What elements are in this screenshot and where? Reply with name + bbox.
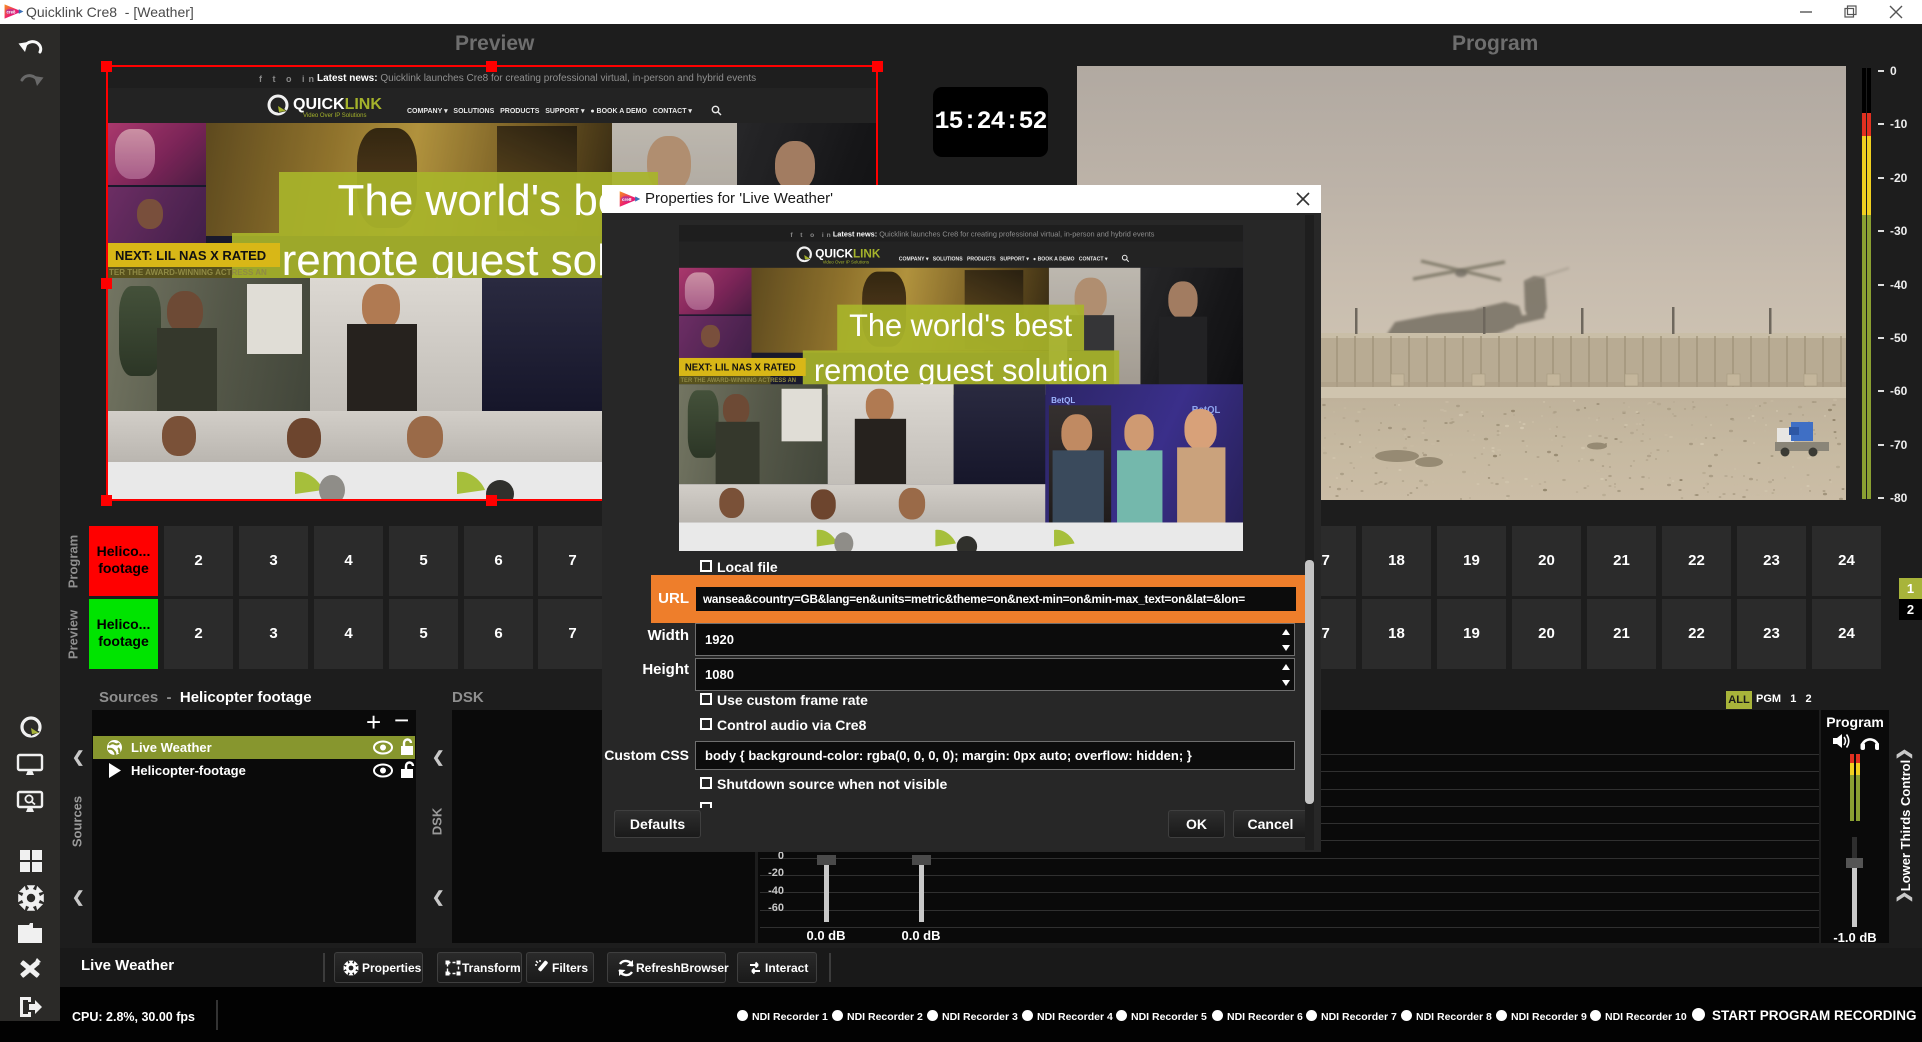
svg-text:-70: -70	[1890, 438, 1908, 452]
svg-text:-80: -80	[1890, 491, 1908, 505]
svg-text:-20: -20	[1890, 171, 1908, 185]
svg-text:-10: -10	[1890, 117, 1908, 131]
svg-text:-60: -60	[1890, 384, 1908, 398]
svg-text:-50: -50	[1890, 331, 1908, 345]
svg-text:-30: -30	[1890, 224, 1908, 238]
svg-text:cre8: cre8	[622, 197, 632, 202]
svg-text:cre8: cre8	[7, 9, 16, 14]
svg-text:-40: -40	[1890, 278, 1908, 292]
svg-text:0: 0	[1890, 64, 1897, 78]
